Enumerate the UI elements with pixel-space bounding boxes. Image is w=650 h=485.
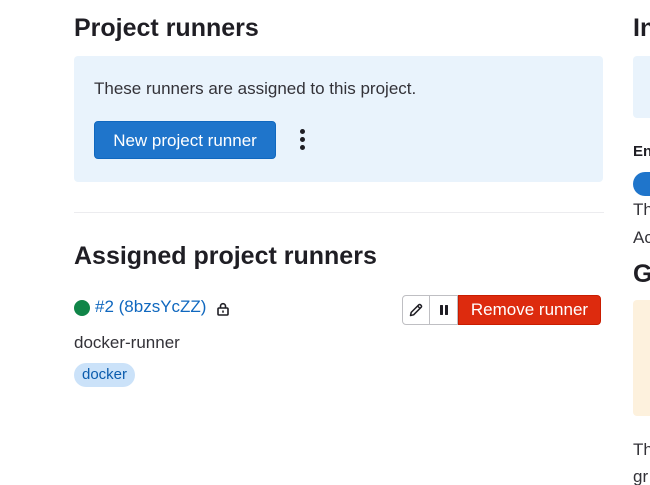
runner-actions-group: Remove runner xyxy=(402,295,601,325)
right-column-warning-panel xyxy=(633,300,650,416)
project-runners-info-text: These runners are assigned to this proje… xyxy=(94,79,417,98)
right-column-text-2: Ac xyxy=(633,228,650,247)
project-runners-info-panel: These runners are assigned to this proje… xyxy=(74,56,603,182)
right-column-heading-2: G xyxy=(633,260,650,288)
right-column-text-3: Th xyxy=(633,440,650,459)
pencil-icon xyxy=(409,303,423,317)
right-column-info-panel xyxy=(633,56,650,118)
vertical-ellipsis-icon[interactable] xyxy=(292,126,312,154)
lock-icon xyxy=(217,302,229,316)
right-column-toggle[interactable] xyxy=(633,172,650,196)
edit-runner-button[interactable] xyxy=(402,295,430,325)
project-runners-title: Project runners xyxy=(74,14,259,42)
new-project-runner-button[interactable]: New project runner xyxy=(94,121,276,159)
right-column-label: En xyxy=(633,143,650,160)
section-divider xyxy=(74,212,604,213)
pause-runner-button[interactable] xyxy=(430,295,458,325)
remove-runner-button[interactable]: Remove runner xyxy=(458,295,601,325)
right-column-text-4: gr xyxy=(633,467,649,485)
runner-name-link[interactable]: #2 (8bzsYcZZ) xyxy=(95,297,206,317)
right-column-heading: In xyxy=(633,14,650,42)
runner-tag: docker xyxy=(74,363,136,387)
runner-description: docker-runner xyxy=(74,333,180,352)
page: Project runners These runners are assign… xyxy=(0,0,650,485)
assigned-runners-title: Assigned project runners xyxy=(74,242,377,270)
pause-icon xyxy=(439,305,448,315)
right-column-text-1: Th xyxy=(633,200,650,219)
runner-status-online-icon xyxy=(74,300,90,316)
